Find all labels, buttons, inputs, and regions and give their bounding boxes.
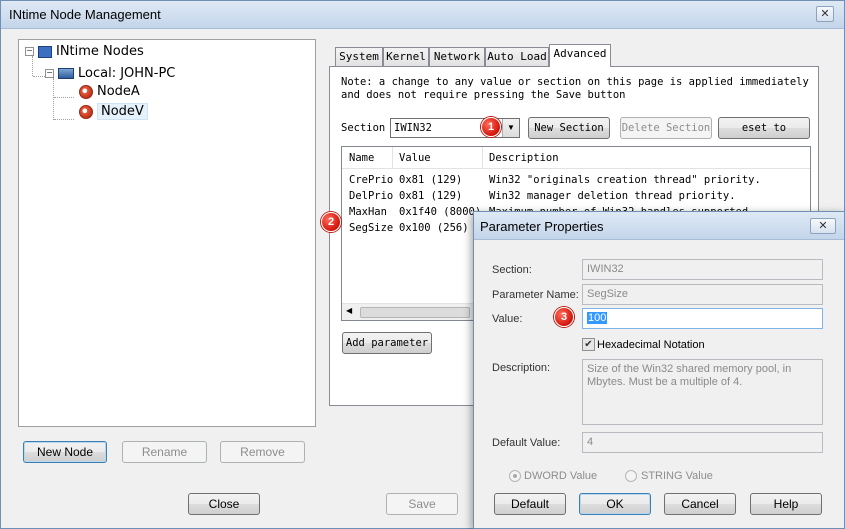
parameter-properties-dialog: Parameter Properties ✕ Section: IWIN32 P…	[473, 211, 845, 529]
callout-3: 3	[554, 307, 574, 327]
close-button[interactable]: Close	[188, 493, 260, 515]
row-name: MaxHan	[349, 206, 387, 218]
window-title: INtime Node Management	[9, 7, 161, 22]
row-name: SegSize	[349, 222, 394, 234]
row-value: 0x81 (129)	[399, 174, 463, 186]
tree-node-label: NodeV	[97, 103, 148, 120]
description-field[interactable]: Size of the Win32 shared memory pool, in…	[582, 359, 823, 425]
row-description: Win32 "originals creation thread" priori…	[489, 174, 761, 186]
reset-default-button[interactable]: eset to Default	[718, 117, 810, 139]
tab-kernel[interactable]: Kernel	[383, 47, 429, 67]
default-button[interactable]: Default	[494, 493, 566, 515]
rename-button[interactable]: Rename	[122, 441, 207, 463]
callout-2: 2	[321, 212, 341, 232]
string-radio[interactable]	[625, 470, 637, 482]
row-description: Win32 manager deletion thread priority.	[489, 190, 736, 202]
default-value-field[interactable]: 4	[582, 432, 823, 453]
tab-advanced[interactable]: Advanced	[549, 44, 611, 67]
scroll-left-icon[interactable]: ◀	[346, 306, 352, 315]
value-input[interactable]: 100	[582, 308, 823, 329]
remove-button[interactable]: Remove	[220, 441, 305, 463]
row-value: 0x100 (256)	[399, 222, 469, 234]
default-value-label: Default Value:	[492, 437, 561, 449]
tab-network[interactable]: Network	[429, 47, 485, 67]
value-label: Value:	[492, 313, 523, 325]
dword-radio[interactable]	[509, 470, 521, 482]
tree-item-root[interactable]: − INtime Nodes	[25, 42, 144, 62]
column-header-name[interactable]: Name	[349, 152, 374, 164]
section-dropdown-value: IWIN32	[394, 122, 432, 134]
row-value: 0x1f40 (8000)	[399, 206, 482, 218]
dialog-close-button[interactable]: ✕	[810, 218, 836, 234]
table-row[interactable]: CrePrio 0x81 (129) Win32 "originals crea…	[342, 172, 810, 188]
help-button[interactable]: Help	[750, 493, 822, 515]
tree-node-label: NodeA	[97, 84, 140, 99]
table-row[interactable]: DelPrio 0x81 (129) Win32 manager deletio…	[342, 188, 810, 204]
new-node-button[interactable]: New Node	[23, 441, 107, 463]
computer-icon	[58, 68, 74, 79]
scrollbar-thumb[interactable]	[360, 307, 470, 318]
tree-host-label: Local: JOHN-PC	[78, 66, 176, 81]
row-value: 0x81 (129)	[399, 190, 463, 202]
section-field[interactable]: IWIN32	[582, 259, 823, 280]
save-button[interactable]: Save	[386, 493, 458, 515]
tab-auto-load[interactable]: Auto Load	[485, 47, 549, 67]
hex-notation-label: Hexadecimal Notation	[597, 339, 705, 351]
node-tree[interactable]: − INtime Nodes − Local: JOHN-PC NodeA Node…	[18, 39, 316, 427]
apply-note: Note: a change to any value or section o…	[341, 76, 809, 101]
description-label: Description:	[492, 362, 551, 374]
tree-item-nodev[interactable]: NodeV	[79, 102, 148, 122]
tree-item-nodea[interactable]: NodeA	[79, 82, 140, 102]
column-header-value[interactable]: Value	[399, 152, 431, 164]
section-label: Section	[341, 122, 386, 134]
add-parameter-button[interactable]: Add parameter	[342, 332, 432, 354]
list-horizontal-scrollbar[interactable]: ◀	[342, 303, 474, 320]
value-input-text: 100	[587, 312, 608, 324]
cancel-button[interactable]: Cancel	[664, 493, 736, 515]
list-header: Name Value Description	[342, 147, 810, 169]
ok-button[interactable]: OK	[579, 493, 651, 515]
collapse-icon[interactable]: −	[45, 69, 54, 78]
window-close-button[interactable]: ✕	[816, 6, 834, 22]
new-section-button[interactable]: New Section	[528, 117, 610, 139]
callout-1: 1	[481, 117, 501, 137]
dword-radio-label: DWORD Value	[524, 470, 598, 482]
row-name: DelPrio	[349, 190, 394, 202]
row-name: CrePrio	[349, 174, 394, 186]
delete-section-button[interactable]: Delete Section	[620, 117, 712, 139]
network-icon	[38, 45, 52, 58]
tree-root-label: INtime Nodes	[56, 44, 144, 59]
node-icon	[79, 84, 93, 99]
chevron-down-icon[interactable]: ▼	[502, 119, 519, 137]
section-field-label: Section:	[492, 264, 532, 276]
hex-notation-checkbox[interactable]: ✔	[582, 338, 595, 351]
collapse-icon[interactable]: −	[25, 47, 34, 56]
title-bar: INtime Node Management ✕	[1, 1, 844, 29]
tab-system[interactable]: System	[335, 47, 383, 67]
string-radio-label: STRING Value	[641, 470, 713, 482]
parameter-name-field[interactable]: SegSize	[582, 284, 823, 305]
dialog-title: Parameter Properties	[480, 219, 604, 234]
column-header-description[interactable]: Description	[489, 152, 559, 164]
tree-item-host[interactable]: − Local: JOHN-PC	[45, 64, 175, 84]
dialog-title-bar: Parameter Properties ✕	[474, 212, 844, 240]
parameter-name-label: Parameter Name:	[492, 289, 579, 301]
node-icon	[79, 104, 93, 119]
